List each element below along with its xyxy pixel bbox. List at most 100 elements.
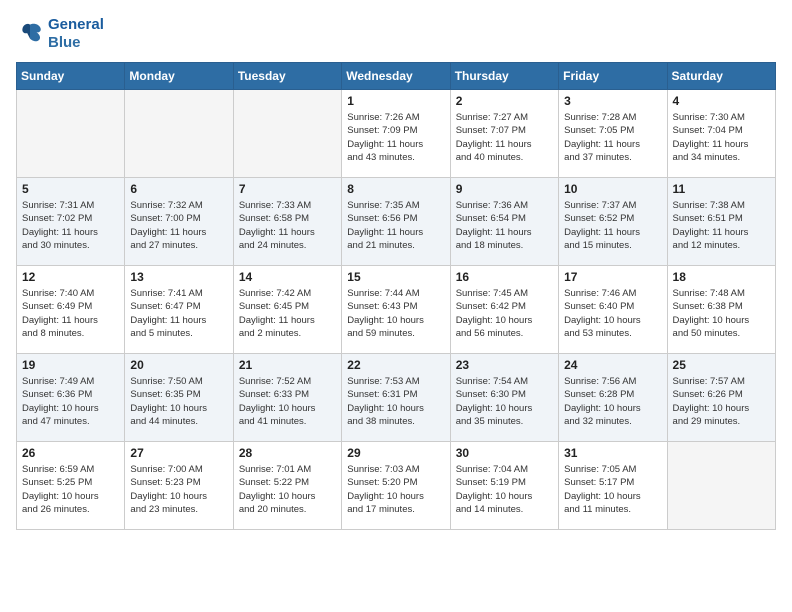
calendar-cell: 9 Sunrise: 7:36 AM Sunset: 6:54 PM Daylig… [450, 178, 558, 266]
calendar-cell: 20 Sunrise: 7:50 AM Sunset: 6:35 PM Dayli… [125, 354, 233, 442]
sun-info: Sunrise: 7:35 AM Sunset: 6:56 PM Dayligh… [347, 199, 444, 252]
day-number: 12 [22, 270, 119, 284]
calendar-cell: 14 Sunrise: 7:42 AM Sunset: 6:45 PM Dayli… [233, 266, 341, 354]
calendar-cell: 26 Sunrise: 6:59 AM Sunset: 5:25 PM Dayli… [17, 442, 125, 530]
sun-info: Sunrise: 7:56 AM Sunset: 6:28 PM Dayligh… [564, 375, 661, 428]
calendar-cell: 24 Sunrise: 7:56 AM Sunset: 6:28 PM Dayli… [559, 354, 667, 442]
day-number: 24 [564, 358, 661, 372]
day-number: 10 [564, 182, 661, 196]
calendar-cell: 23 Sunrise: 7:54 AM Sunset: 6:30 PM Dayli… [450, 354, 558, 442]
day-number: 20 [130, 358, 227, 372]
sun-info: Sunrise: 7:52 AM Sunset: 6:33 PM Dayligh… [239, 375, 336, 428]
calendar-cell: 8 Sunrise: 7:35 AM Sunset: 6:56 PM Daylig… [342, 178, 450, 266]
sun-info: Sunrise: 7:00 AM Sunset: 5:23 PM Dayligh… [130, 463, 227, 516]
day-number: 5 [22, 182, 119, 196]
sun-info: Sunrise: 7:49 AM Sunset: 6:36 PM Dayligh… [22, 375, 119, 428]
calendar-week-2: 5 Sunrise: 7:31 AM Sunset: 7:02 PM Daylig… [17, 178, 776, 266]
calendar-cell [667, 442, 775, 530]
sun-info: Sunrise: 7:54 AM Sunset: 6:30 PM Dayligh… [456, 375, 553, 428]
sun-info: Sunrise: 7:04 AM Sunset: 5:19 PM Dayligh… [456, 463, 553, 516]
calendar-cell: 29 Sunrise: 7:03 AM Sunset: 5:20 PM Dayli… [342, 442, 450, 530]
calendar-cell: 18 Sunrise: 7:48 AM Sunset: 6:38 PM Dayli… [667, 266, 775, 354]
calendar-week-5: 26 Sunrise: 6:59 AM Sunset: 5:25 PM Dayli… [17, 442, 776, 530]
calendar-cell: 31 Sunrise: 7:05 AM Sunset: 5:17 PM Dayli… [559, 442, 667, 530]
calendar-cell: 19 Sunrise: 7:49 AM Sunset: 6:36 PM Dayli… [17, 354, 125, 442]
calendar-cell: 30Sunrise: 7:04 AM Sunset: 5:19 PM Dayli… [450, 442, 558, 530]
weekday-header-sunday: Sunday [17, 63, 125, 90]
day-number: 4 [673, 94, 770, 108]
calendar-cell: 7 Sunrise: 7:33 AM Sunset: 6:58 PM Daylig… [233, 178, 341, 266]
day-number: 25 [673, 358, 770, 372]
calendar-week-4: 19 Sunrise: 7:49 AM Sunset: 6:36 PM Dayli… [17, 354, 776, 442]
calendar-cell [17, 90, 125, 178]
sun-info: Sunrise: 7:03 AM Sunset: 5:20 PM Dayligh… [347, 463, 444, 516]
calendar-cell: 16 Sunrise: 7:45 AM Sunset: 6:42 PM Dayli… [450, 266, 558, 354]
day-number: 22 [347, 358, 444, 372]
calendar-table: SundayMondayTuesdayWednesdayThursdayFrid… [16, 62, 776, 530]
weekday-header-saturday: Saturday [667, 63, 775, 90]
sun-info: Sunrise: 7:57 AM Sunset: 6:26 PM Dayligh… [673, 375, 770, 428]
page-header: General Blue [16, 16, 776, 52]
day-number: 8 [347, 182, 444, 196]
calendar-cell: 28Sunrise: 7:01 AM Sunset: 5:22 PM Dayli… [233, 442, 341, 530]
sun-info: Sunrise: 7:53 AM Sunset: 6:31 PM Dayligh… [347, 375, 444, 428]
day-number: 1 [347, 94, 444, 108]
day-number: 11 [673, 182, 770, 196]
weekday-header-friday: Friday [559, 63, 667, 90]
sun-info: Sunrise: 7:37 AM Sunset: 6:52 PM Dayligh… [564, 199, 661, 252]
day-number: 7 [239, 182, 336, 196]
calendar-cell: 3 Sunrise: 7:28 AM Sunset: 7:05 PM Daylig… [559, 90, 667, 178]
day-number: 16 [456, 270, 553, 284]
calendar-cell: 5 Sunrise: 7:31 AM Sunset: 7:02 PM Daylig… [17, 178, 125, 266]
weekday-header-monday: Monday [125, 63, 233, 90]
calendar-cell: 21 Sunrise: 7:52 AM Sunset: 6:33 PM Dayli… [233, 354, 341, 442]
day-number: 3 [564, 94, 661, 108]
day-number: 6 [130, 182, 227, 196]
day-number: 15 [347, 270, 444, 284]
sun-info: Sunrise: 7:50 AM Sunset: 6:35 PM Dayligh… [130, 375, 227, 428]
sun-info: Sunrise: 7:33 AM Sunset: 6:58 PM Dayligh… [239, 199, 336, 252]
calendar-cell: 11Sunrise: 7:38 AM Sunset: 6:51 PM Dayli… [667, 178, 775, 266]
logo: General Blue [16, 16, 104, 52]
calendar-cell: 22 Sunrise: 7:53 AM Sunset: 6:31 PM Dayli… [342, 354, 450, 442]
weekday-header-tuesday: Tuesday [233, 63, 341, 90]
day-number: 18 [673, 270, 770, 284]
day-number: 23 [456, 358, 553, 372]
sun-info: Sunrise: 7:28 AM Sunset: 7:05 PM Dayligh… [564, 111, 661, 164]
day-number: 14 [239, 270, 336, 284]
day-number: 2 [456, 94, 553, 108]
calendar-cell: 10 Sunrise: 7:37 AM Sunset: 6:52 PM Dayli… [559, 178, 667, 266]
calendar-cell: 13Sunrise: 7:41 AM Sunset: 6:47 PM Dayli… [125, 266, 233, 354]
day-number: 21 [239, 358, 336, 372]
sun-info: Sunrise: 7:45 AM Sunset: 6:42 PM Dayligh… [456, 287, 553, 340]
sun-info: Sunrise: 6:59 AM Sunset: 5:25 PM Dayligh… [22, 463, 119, 516]
sun-info: Sunrise: 7:32 AM Sunset: 7:00 PM Dayligh… [130, 199, 227, 252]
sun-info: Sunrise: 7:27 AM Sunset: 7:07 PM Dayligh… [456, 111, 553, 164]
calendar-cell: 1Sunrise: 7:26 AM Sunset: 7:09 PM Daylig… [342, 90, 450, 178]
calendar-cell: 12 Sunrise: 7:40 AM Sunset: 6:49 PM Dayli… [17, 266, 125, 354]
sun-info: Sunrise: 7:40 AM Sunset: 6:49 PM Dayligh… [22, 287, 119, 340]
day-number: 29 [347, 446, 444, 460]
logo-icon [16, 20, 44, 48]
sun-info: Sunrise: 7:36 AM Sunset: 6:54 PM Dayligh… [456, 199, 553, 252]
calendar-cell: 6 Sunrise: 7:32 AM Sunset: 7:00 PM Daylig… [125, 178, 233, 266]
day-number: 27 [130, 446, 227, 460]
weekday-header-thursday: Thursday [450, 63, 558, 90]
sun-info: Sunrise: 7:46 AM Sunset: 6:40 PM Dayligh… [564, 287, 661, 340]
calendar-cell: 4 Sunrise: 7:30 AM Sunset: 7:04 PM Daylig… [667, 90, 775, 178]
day-number: 31 [564, 446, 661, 460]
day-number: 9 [456, 182, 553, 196]
calendar-header-row: SundayMondayTuesdayWednesdayThursdayFrid… [17, 63, 776, 90]
day-number: 19 [22, 358, 119, 372]
sun-info: Sunrise: 7:42 AM Sunset: 6:45 PM Dayligh… [239, 287, 336, 340]
calendar-cell: 15Sunrise: 7:44 AM Sunset: 6:43 PM Dayli… [342, 266, 450, 354]
sun-info: Sunrise: 7:05 AM Sunset: 5:17 PM Dayligh… [564, 463, 661, 516]
sun-info: Sunrise: 7:01 AM Sunset: 5:22 PM Dayligh… [239, 463, 336, 516]
calendar-cell: 27 Sunrise: 7:00 AM Sunset: 5:23 PM Dayli… [125, 442, 233, 530]
day-number: 26 [22, 446, 119, 460]
sun-info: Sunrise: 7:31 AM Sunset: 7:02 PM Dayligh… [22, 199, 119, 252]
sun-info: Sunrise: 7:48 AM Sunset: 6:38 PM Dayligh… [673, 287, 770, 340]
sun-info: Sunrise: 7:30 AM Sunset: 7:04 PM Dayligh… [673, 111, 770, 164]
calendar-week-1: 1Sunrise: 7:26 AM Sunset: 7:09 PM Daylig… [17, 90, 776, 178]
calendar-cell [125, 90, 233, 178]
